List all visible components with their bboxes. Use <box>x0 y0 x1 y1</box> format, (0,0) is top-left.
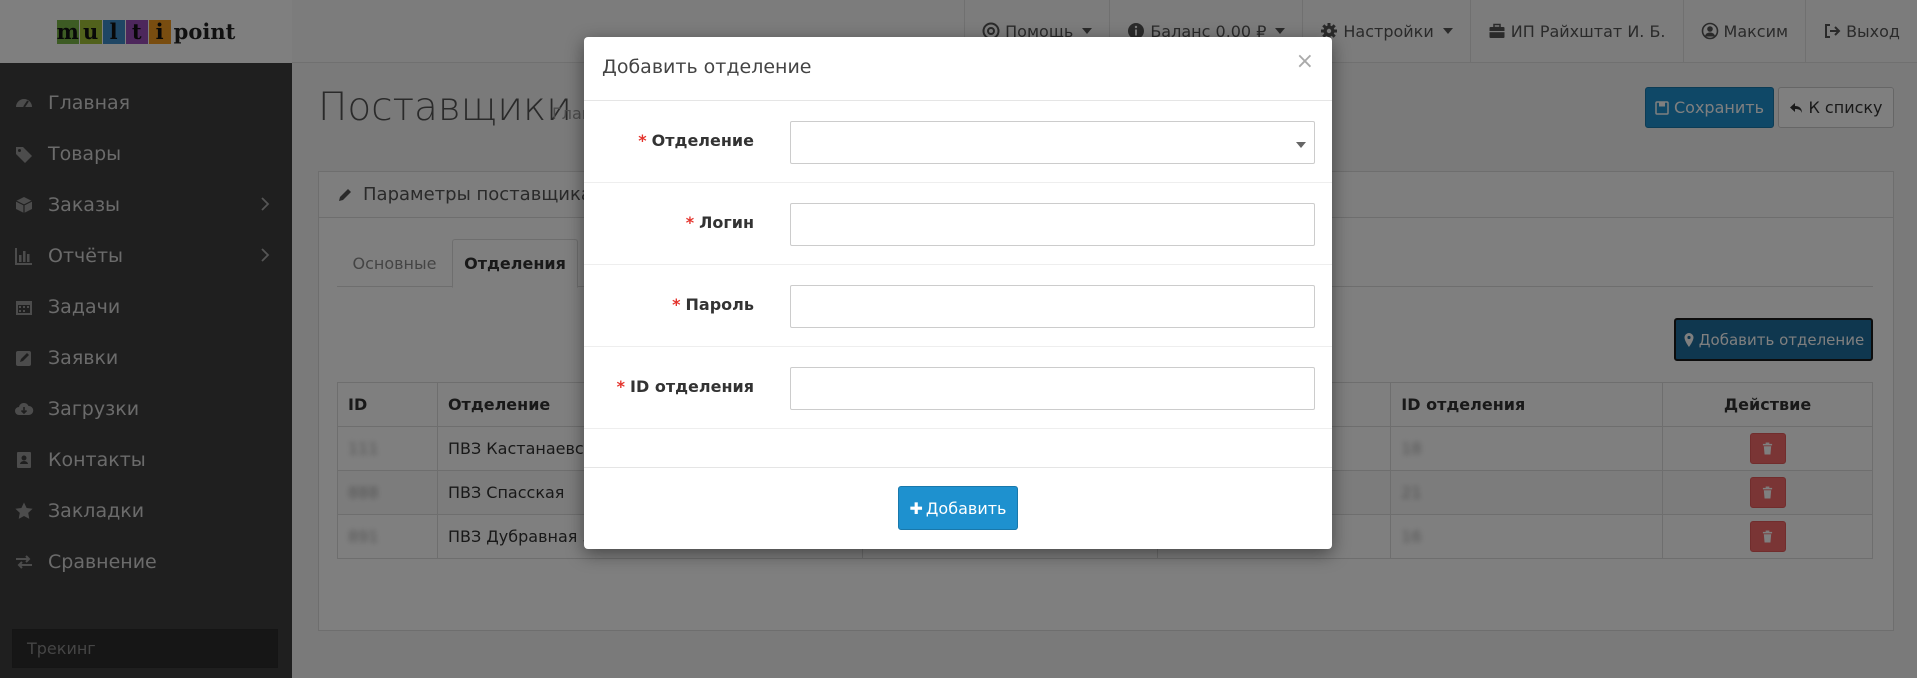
department-id-label-text: ID отделения <box>630 377 754 396</box>
required-mark: * <box>638 131 647 150</box>
required-mark: * <box>685 213 695 232</box>
password-input[interactable] <box>790 285 1315 328</box>
plus-icon: ✚ <box>909 498 923 518</box>
required-mark: * <box>616 377 626 396</box>
department-label: * Отделение <box>638 131 754 150</box>
caret-down-icon <box>1296 142 1306 148</box>
form-row-login: * Логин <box>584 183 1332 265</box>
form-row-department-id: * ID отделения <box>584 347 1332 429</box>
login-label: * Логин <box>686 213 754 232</box>
login-label-text: Логин <box>699 213 754 232</box>
department-id-label: * ID отделения <box>617 377 754 396</box>
modal-footer: ✚ Добавить <box>584 467 1332 549</box>
modal-header: Добавить отделение × <box>584 37 1332 101</box>
department-label-text: Отделение <box>651 131 754 150</box>
department-id-input[interactable] <box>790 367 1315 410</box>
department-select[interactable] <box>790 121 1315 164</box>
required-mark: * <box>672 295 681 314</box>
close-icon[interactable]: × <box>1296 51 1314 73</box>
password-label: * Пароль <box>672 295 754 314</box>
password-label-text: Пароль <box>685 295 754 314</box>
add-department-modal: Добавить отделение × * Отделение * Логин *… <box>584 37 1332 549</box>
add-button-label: Добавить <box>925 498 1007 518</box>
form-row-department: * Отделение <box>584 101 1332 183</box>
login-input[interactable] <box>790 203 1315 246</box>
add-button[interactable]: ✚ Добавить <box>898 486 1018 530</box>
modal-title: Добавить отделение <box>602 56 812 78</box>
form-row-password: * Пароль <box>584 265 1332 347</box>
